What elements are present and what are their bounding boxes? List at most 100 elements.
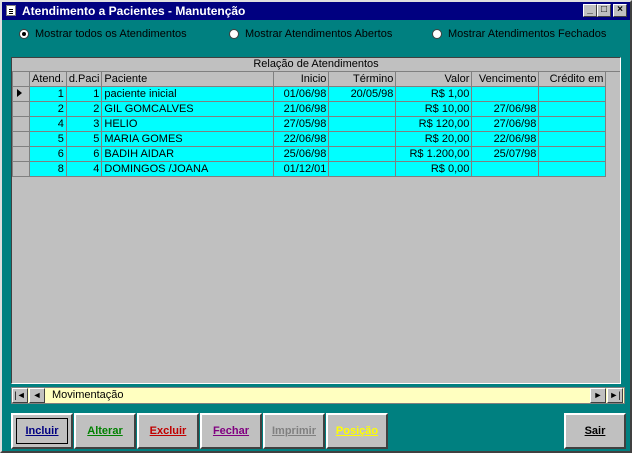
minimize-button[interactable]: _ <box>583 4 597 17</box>
main-window: Atendimento a Pacientes - Manutenção _ □… <box>0 0 632 453</box>
table-cell[interactable]: 3 <box>65 116 103 132</box>
table-cell[interactable]: R$ 10,00 <box>395 101 473 117</box>
row-indicator-header <box>12 71 30 87</box>
table-cell[interactable]: 27/05/98 <box>273 116 330 132</box>
radio-show-closed-label: Mostrar Atendimentos Fechados <box>448 28 607 40</box>
table-cell[interactable]: 6 <box>65 146 103 162</box>
navigator-caption: Movimentação <box>52 389 124 401</box>
table-cell[interactable]: 4 <box>29 116 67 132</box>
table-cell[interactable] <box>538 116 607 132</box>
table-cell[interactable] <box>328 146 397 162</box>
first-record-button[interactable]: |◄ <box>12 388 28 403</box>
table-cell[interactable]: 8 <box>29 161 67 177</box>
row-selector[interactable] <box>12 161 30 177</box>
table-cell[interactable]: HELIO <box>101 116 275 132</box>
last-record-button[interactable]: ►| <box>607 388 623 403</box>
next-record-button[interactable]: ► <box>590 388 606 403</box>
table-cell[interactable] <box>328 161 397 177</box>
incluir-button[interactable]: Incluir <box>11 413 73 449</box>
table-cell[interactable]: 5 <box>65 131 103 147</box>
row-selector[interactable] <box>12 131 30 147</box>
table-cell[interactable]: R$ 20,00 <box>395 131 473 147</box>
row-selector[interactable] <box>12 86 30 102</box>
table-cell[interactable]: GIL GOMCALVES <box>101 101 275 117</box>
table-cell[interactable]: 25/07/98 <box>471 146 540 162</box>
table-cell[interactable]: 22/06/98 <box>471 131 540 147</box>
table-cell[interactable]: 25/06/98 <box>273 146 330 162</box>
prev-record-button[interactable]: ◄ <box>29 388 45 403</box>
sair-button[interactable]: Sair <box>564 413 626 449</box>
table-cell[interactable]: paciente inicial <box>101 86 275 102</box>
table-row[interactable]: 5 5 MARIA GOMES 22/06/98 R$ 20,00 22/06/98 <box>12 131 607 147</box>
table-cell[interactable]: 22/06/98 <box>273 131 330 147</box>
column-header[interactable]: d.Paci <box>65 71 103 87</box>
radio-selected-icon[interactable] <box>19 29 29 39</box>
imprimir-button[interactable]: Imprimir <box>263 413 325 449</box>
column-header[interactable]: Paciente <box>101 71 275 87</box>
column-header[interactable]: Valor <box>395 71 473 87</box>
radio-show-all-label: Mostrar todos os Atendimentos <box>35 28 187 40</box>
window-title: Atendimento a Pacientes - Manutenção <box>22 4 246 18</box>
excluir-button[interactable]: Excluir <box>137 413 199 449</box>
close-button[interactable]: × <box>613 4 627 17</box>
radio-unselected-icon[interactable] <box>432 29 442 39</box>
maximize-button[interactable]: □ <box>597 4 611 17</box>
row-selector[interactable] <box>12 146 30 162</box>
radio-unselected-icon[interactable] <box>229 29 239 39</box>
table-row[interactable]: 1 1 paciente inicial 01/06/98 20/05/98 R$ 1,0… <box>12 86 607 102</box>
table-cell[interactable]: R$ 1,00 <box>395 86 473 102</box>
table-cell[interactable]: 1 <box>29 86 67 102</box>
table-cell[interactable]: 01/06/98 <box>273 86 330 102</box>
table-row[interactable]: 6 6 BADIH AIDAR 25/06/98 R$ 1.200,00 25/07/98 <box>12 146 607 162</box>
table-cell[interactable]: 20/05/98 <box>328 86 397 102</box>
row-selector[interactable] <box>12 116 30 132</box>
table-cell[interactable]: 27/06/98 <box>471 116 540 132</box>
table-cell[interactable] <box>471 86 540 102</box>
table-cell[interactable] <box>538 101 607 117</box>
record-navigator[interactable]: |◄ ◄ Movimentação ► ►| <box>11 387 625 404</box>
table-cell[interactable]: R$ 0,00 <box>395 161 473 177</box>
appointments-table[interactable]: Atend. d.Paci Paciente Inicio Término Va… <box>12 71 607 177</box>
row-selector[interactable] <box>12 101 30 117</box>
table-row[interactable]: 4 3 HELIO 27/05/98 R$ 120,00 27/06/98 <box>12 116 607 132</box>
table-cell[interactable]: 6 <box>29 146 67 162</box>
column-header[interactable]: Atend. <box>29 71 67 87</box>
table-cell[interactable]: 27/06/98 <box>471 101 540 117</box>
table-cell[interactable]: 2 <box>65 101 103 117</box>
table-row[interactable]: 8 4 DOMINGOS /JOANA 01/12/01 R$ 0,00 <box>12 161 607 177</box>
current-row-arrow-icon <box>17 89 22 97</box>
alterar-button[interactable]: Alterar <box>74 413 136 449</box>
table-cell[interactable]: 01/12/01 <box>273 161 330 177</box>
posicao-button[interactable]: Posição <box>326 413 388 449</box>
column-header[interactable]: Inicio <box>273 71 330 87</box>
table-cell[interactable]: DOMINGOS /JOANA <box>101 161 275 177</box>
table-cell[interactable]: MARIA GOMES <box>101 131 275 147</box>
table-cell[interactable] <box>538 131 607 147</box>
table-cell[interactable]: 4 <box>65 161 103 177</box>
fechar-button[interactable]: Fechar <box>200 413 262 449</box>
table-cell[interactable]: 2 <box>29 101 67 117</box>
table-cell[interactable] <box>471 161 540 177</box>
table-cell[interactable]: R$ 1.200,00 <box>395 146 473 162</box>
title-bar[interactable]: Atendimento a Pacientes - Manutenção _ □… <box>2 2 630 20</box>
table-cell[interactable] <box>538 146 607 162</box>
column-header[interactable]: Término <box>328 71 397 87</box>
radio-show-open-label: Mostrar Atendimentos Abertos <box>245 28 393 40</box>
table-cell[interactable]: 21/06/98 <box>273 101 330 117</box>
header-row: Atend. d.Paci Paciente Inicio Término Va… <box>12 71 607 87</box>
table-cell[interactable] <box>328 131 397 147</box>
table-cell[interactable] <box>328 101 397 117</box>
table-cell[interactable] <box>328 116 397 132</box>
table-row[interactable]: 2 2 GIL GOMCALVES 21/06/98 R$ 10,00 27/06/98 <box>12 101 607 117</box>
table-cell[interactable]: 1 <box>65 86 103 102</box>
table-cell[interactable]: R$ 120,00 <box>395 116 473 132</box>
table-cell[interactable]: BADIH AIDAR <box>101 146 275 162</box>
grid-caption: Relação de Atendimentos <box>12 58 620 72</box>
table-cell[interactable]: 5 <box>29 131 67 147</box>
table-cell[interactable] <box>538 86 607 102</box>
app-icon[interactable] <box>6 5 16 16</box>
table-cell[interactable] <box>538 161 607 177</box>
column-header[interactable]: Crédito em <box>538 71 607 87</box>
appointments-grid[interactable]: Relação de Atendimentos Atend. d.Paci Pa… <box>11 57 621 384</box>
column-header[interactable]: Vencimento <box>471 71 540 87</box>
